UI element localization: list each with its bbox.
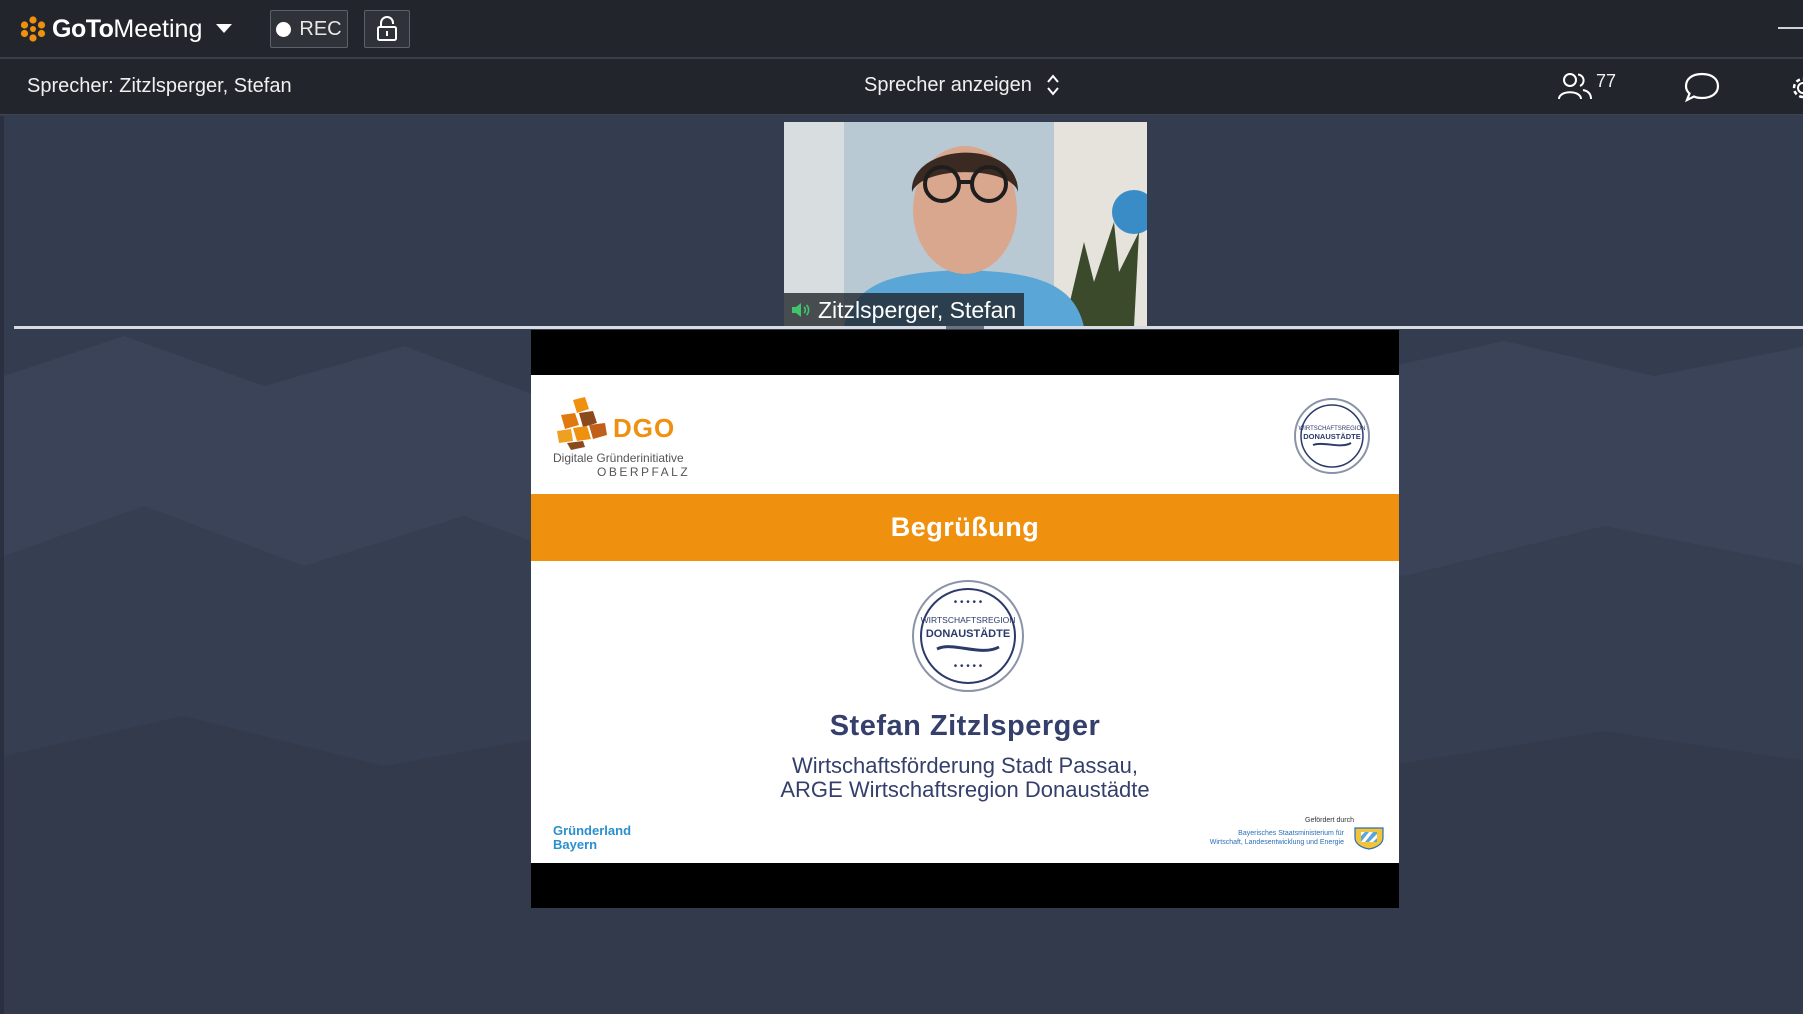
ministry-label: Bayerisches Staatsministerium für Wirtsc… xyxy=(1204,829,1344,847)
view-mode-selector[interactable]: Sprecher anzeigen xyxy=(864,73,1060,97)
slide-organisation-line1: Wirtschaftsförderung Stadt Passau, xyxy=(791,753,1139,778)
brand-name-bold: GoTo xyxy=(52,14,114,43)
dgo-subtitle-1: Digitale Gründerinitiative xyxy=(553,451,684,465)
gruenderland-line2: Bayern xyxy=(553,837,598,852)
gruenderland-line1: Gründerland xyxy=(553,823,632,838)
presentation-slide: DGO Digitale Gründerinitiative OBERPFALZ… xyxy=(531,375,1399,863)
resize-handle[interactable] xyxy=(946,326,984,329)
gotomeeting-window: GoToMeeting REC Sprecher: Zitzlsperger, … xyxy=(0,0,1803,1014)
people-icon xyxy=(1558,73,1592,100)
ministry-line1: Bayerisches Staatsministerium für xyxy=(1238,830,1344,837)
record-dot-icon xyxy=(276,21,292,37)
seal-small-text2: DONAUSTÄDTE xyxy=(1303,432,1361,441)
up-down-chevron-icon xyxy=(1047,74,1059,96)
participants-button[interactable]: 77 xyxy=(1558,71,1628,103)
lock-meeting-button[interactable] xyxy=(364,10,410,48)
dgo-logo-text: DGO xyxy=(613,413,676,443)
speaking-icon xyxy=(792,303,810,317)
unlock-icon xyxy=(377,16,397,41)
meeting-stage: Zitzlsperger, Stefan DGO Digitale Gründe… xyxy=(0,116,1803,1014)
donaustaedte-seal-small: WIRTSCHAFTSREGION DONAUSTÄDTE xyxy=(1294,398,1370,474)
seal-large-text1: WIRTSCHAFTSREGION xyxy=(921,615,1016,625)
participant-count: 77 xyxy=(1596,71,1617,91)
webcam-participant-name: Zitzlsperger, Stefan xyxy=(818,296,1017,323)
minimize-button[interactable] xyxy=(1778,27,1803,29)
slide-banner: Begrüßung xyxy=(531,494,1399,561)
stage-divider xyxy=(14,326,1803,329)
settings-button[interactable] xyxy=(1786,71,1803,105)
funded-by-label: Gefördert durch xyxy=(1305,817,1355,824)
screen-share-area[interactable]: DGO Digitale Gründerinitiative OBERPFALZ… xyxy=(531,330,1399,908)
record-button[interactable]: REC xyxy=(270,10,348,48)
meeting-toolbar: Sprecher: Zitzlsperger, Stefan Sprecher … xyxy=(0,59,1803,115)
seal-large-text2: DONAUSTÄDTE xyxy=(926,627,1010,640)
brand-name-regular: Meeting xyxy=(113,14,203,43)
chat-button[interactable] xyxy=(1683,71,1723,105)
record-label: REC xyxy=(299,17,342,40)
gear-icon xyxy=(1792,77,1803,99)
svg-text:• • • • •: • • • • • xyxy=(954,661,983,672)
dgo-subtitle-2: OBERPFALZ xyxy=(597,465,691,479)
chat-bubble-icon xyxy=(1684,72,1720,103)
bavaria-crest-icon xyxy=(1354,827,1384,850)
slide-speaker-name: Stefan Zitzlsperger xyxy=(829,710,1101,742)
speaker-webcam-tile[interactable]: Zitzlsperger, Stefan xyxy=(784,122,1147,327)
ministry-line2: Wirtschaft, Landesentwicklung und Energi… xyxy=(1209,839,1344,846)
slide-title: Begrüßung xyxy=(890,512,1040,542)
app-menu-button[interactable]: GoToMeeting xyxy=(20,12,233,46)
donaustaedte-seal-large: WIRTSCHAFTSREGION DONAUSTÄDTE • • • • • … xyxy=(912,580,1024,692)
view-mode-label: Sprecher anzeigen xyxy=(864,73,1032,96)
title-bar: GoToMeeting REC xyxy=(0,0,1803,58)
current-speaker-label: Sprecher: Zitzlsperger, Stefan xyxy=(27,75,292,97)
chevron-down-icon xyxy=(216,24,233,33)
webcam-name-label: Zitzlsperger, Stefan xyxy=(784,293,1025,327)
goto-logo-icon xyxy=(20,16,46,42)
gruenderland-bayern-logo: Gründerland Bayern xyxy=(553,824,631,852)
svg-text:• • • • •: • • • • • xyxy=(954,597,983,608)
slide-organisation-line2: ARGE Wirtschaftsregion Donaustädte xyxy=(780,777,1150,802)
